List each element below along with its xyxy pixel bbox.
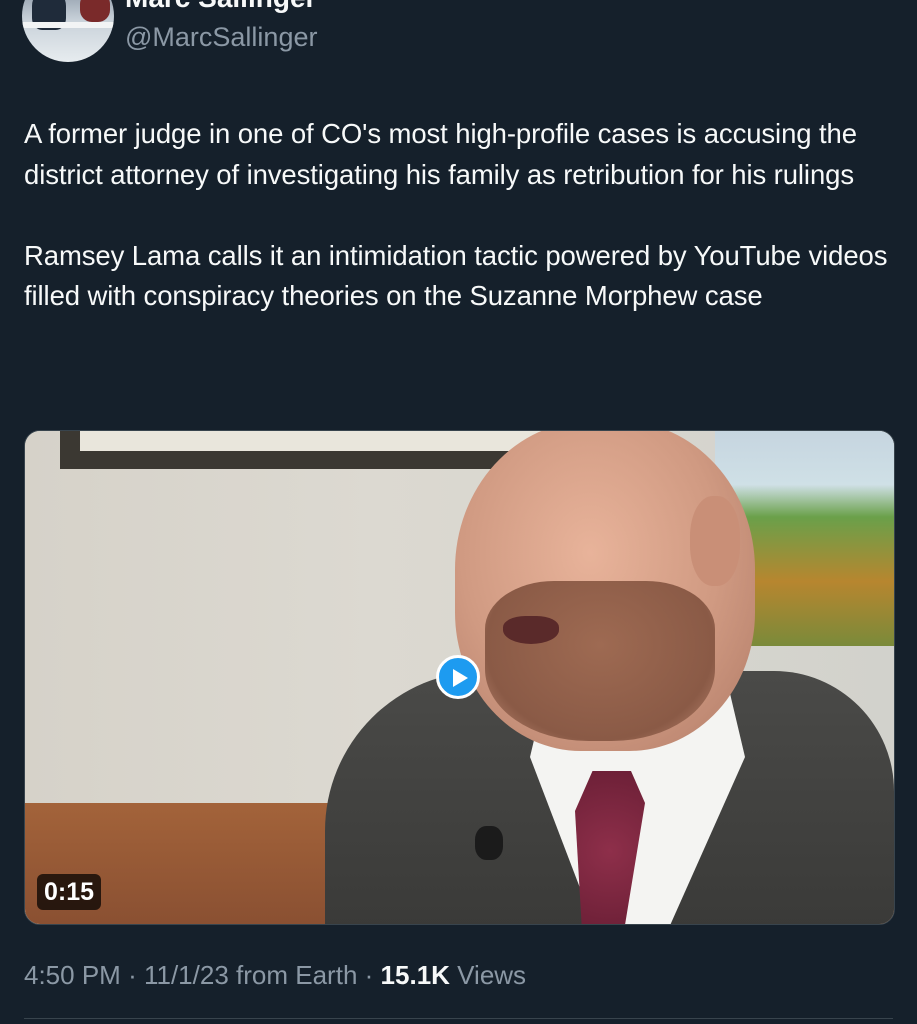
tweet-time[interactable]: 4:50 PM: [24, 960, 121, 990]
tweet-source: from Earth: [236, 960, 358, 990]
divider: [24, 1018, 893, 1019]
user-handle[interactable]: @MarcSallinger: [125, 22, 317, 53]
video-beard: [485, 581, 715, 741]
avatar-table: [22, 22, 114, 28]
user-avatar[interactable]: [22, 0, 114, 62]
tweet-meta: 4:50 PM · 11/1/23 from Earth · 15.1K Vie…: [24, 960, 526, 991]
tweet-date[interactable]: 11/1/23: [144, 960, 229, 990]
video-mouth: [503, 616, 559, 644]
display-name[interactable]: Marc Sallinger: [125, 0, 316, 14]
avatar-figure-2: [80, 0, 110, 22]
meta-separator: ·: [128, 960, 137, 990]
video-ear: [690, 496, 740, 586]
tweet-paragraph: Ramsey Lama calls it an intimidation tac…: [24, 239, 888, 312]
tweet-paragraph: A former judge in one of CO's most high-…: [24, 118, 857, 190]
video-lapel-mic: [475, 826, 503, 860]
play-button[interactable]: [436, 655, 480, 699]
tweet-text: A former judge in one of CO's most high-…: [24, 114, 894, 317]
tweet-detail-page: Marc Sallinger @MarcSallinger A former j…: [0, 0, 917, 1024]
meta-separator: ·: [364, 960, 374, 990]
video-player[interactable]: 0:15: [24, 430, 895, 925]
views-label: Views: [457, 960, 527, 990]
video-duration-badge: 0:15: [37, 874, 102, 910]
views-count: 15.1K: [380, 960, 450, 990]
play-icon: [453, 669, 468, 687]
